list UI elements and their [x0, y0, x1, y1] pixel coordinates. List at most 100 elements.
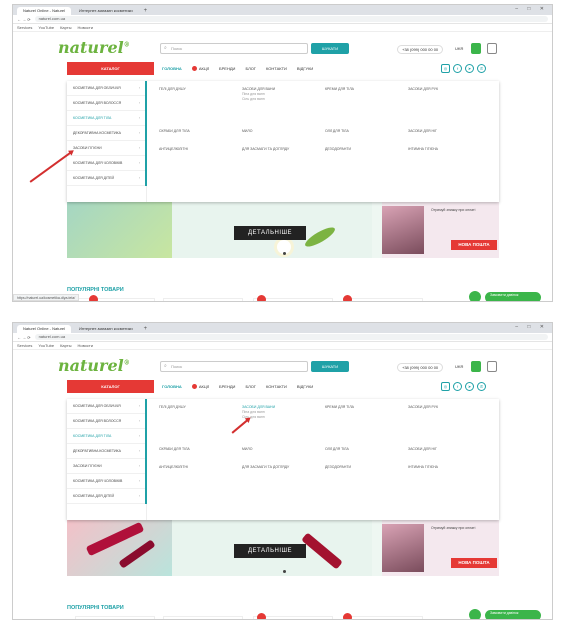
phone-number[interactable]: +38 (099) 000 00 00: [397, 45, 444, 54]
product-card[interactable]: [163, 298, 243, 301]
category-link[interactable]: ЗАСОБИ ДЛЯ ВАНИ: [242, 87, 275, 91]
sidebar-scrollbar[interactable]: [145, 399, 147, 504]
slider-dot[interactable]: [283, 252, 286, 255]
sidebar-item[interactable]: ДЕКОРАТИВНА КОСМЕТИКА ›: [67, 126, 146, 141]
sidebar-item[interactable]: КОСМЕТИКА ДЛЯ ЧОЛОВІКІВ ›: [67, 474, 146, 489]
sidebar-item[interactable]: КОСМЕТИКА ДЛЯ ОБЛИЧЧЯ ›: [67, 81, 146, 96]
sidebar-item[interactable]: КОСМЕТИКА ДЛЯ ОБЛИЧЧЯ ›: [67, 399, 146, 414]
category-link-hovered[interactable]: ЗАСОБИ ДЛЯ ВАНИ: [242, 405, 275, 409]
bookmark[interactable]: Новости: [77, 25, 92, 30]
bookmark[interactable]: Services: [17, 343, 32, 348]
bookmark[interactable]: YouTube: [38, 25, 54, 30]
bookmark[interactable]: YouTube: [38, 343, 54, 348]
account-icon[interactable]: [471, 43, 481, 54]
search-input[interactable]: ⌕ Поиск: [160, 361, 308, 372]
category-link[interactable]: СКРАБИ ДЛЯ ТІЛА: [159, 129, 242, 147]
bookmark[interactable]: Новости: [77, 343, 92, 348]
category-link[interactable]: ЗАСОБИ ДЛЯ НІГ: [408, 129, 491, 147]
site-logo[interactable]: naturel®: [58, 38, 130, 57]
sidebar-item[interactable]: ЗАСОБИ ГІГІЄНИ ›: [67, 459, 146, 474]
new-tab-button[interactable]: +: [141, 7, 151, 15]
product-card[interactable]: [343, 298, 423, 301]
window-controls[interactable]: – □ ✕: [515, 6, 548, 12]
category-link[interactable]: ДЛЯ ЗАСМАГИ ТА ДОГЛЯДУ: [242, 147, 325, 165]
search-button[interactable]: ШУКАТИ: [311, 43, 349, 54]
category-link[interactable]: ІНТИМНА ГІГІЄНА: [408, 147, 491, 165]
callback-button[interactable]: Замовити дзвінок: [485, 610, 541, 619]
sidebar-item-active[interactable]: КОСМЕТИКА ДЛЯ ТІЛА ›: [67, 111, 146, 126]
menu-promo[interactable]: АКЦІЇ: [191, 380, 209, 393]
language-switch[interactable]: UKR: [455, 46, 463, 51]
product-card[interactable]: [163, 616, 243, 619]
menu-brands[interactable]: БРЕНДИ: [219, 380, 235, 393]
menu-home[interactable]: ГОЛОВНА: [162, 380, 182, 393]
product-card[interactable]: [343, 616, 423, 619]
menu-reviews[interactable]: ВІДГУКИ: [297, 380, 313, 393]
sidebar-item[interactable]: КОСМЕТИКА ДЛЯ ВОЛОССЯ ›: [67, 414, 146, 429]
menu-blog[interactable]: БЛОГ: [245, 380, 256, 393]
browser-tab[interactable]: Интернет-магазин косметики: [73, 7, 139, 15]
browser-tab[interactable]: Интернет-магазин косметики: [73, 325, 139, 333]
language-switch[interactable]: UKR: [455, 364, 463, 369]
callback-button[interactable]: Замовити дзвінок: [485, 292, 541, 301]
bookmark[interactable]: Карты: [60, 25, 71, 30]
bookmark[interactable]: Карты: [60, 343, 71, 348]
category-link[interactable]: АНТИЦЕЛЮЛІТНІ: [159, 465, 242, 483]
viber-icon[interactable]: ✆: [477, 382, 486, 391]
category-link[interactable]: ЗАСОБИ ДЛЯ РУК: [408, 87, 491, 129]
url-field[interactable]: naturel.com.ua: [34, 16, 548, 22]
category-link[interactable]: ЗАСОБИ ДЛЯ РУК: [408, 405, 491, 447]
phone-number[interactable]: +38 (099) 000 00 00: [397, 363, 444, 372]
sidebar-item[interactable]: ДЕКОРАТИВНА КОСМЕТИКА ›: [67, 444, 146, 459]
menu-brands[interactable]: БРЕНДИ: [219, 62, 235, 75]
search-input[interactable]: ⌕ Поиск: [160, 43, 308, 54]
phone-call-icon[interactable]: [469, 291, 481, 301]
telegram-icon[interactable]: ➤: [465, 382, 474, 391]
slider-dot[interactable]: [283, 570, 286, 573]
new-tab-button[interactable]: +: [141, 325, 151, 333]
category-link[interactable]: ОЛІЇ ДЛЯ ТІЛА: [325, 129, 408, 147]
hero-banner[interactable]: Отримуй знижку при оплаті НОВА ПОШТА ДЕТ…: [67, 520, 499, 576]
viber-icon[interactable]: ✆: [477, 64, 486, 73]
category-link[interactable]: ОЛІЇ ДЛЯ ТІЛА: [325, 447, 408, 465]
nav-buttons[interactable]: ← → ⟳: [17, 17, 31, 22]
hero-banner[interactable]: Отримуй знижку при оплаті НОВА ПОШТА ДЕТ…: [67, 202, 499, 258]
sidebar-item[interactable]: КОСМЕТИКА ДЛЯ ДІТЕЙ ›: [67, 171, 146, 186]
menu-home[interactable]: ГОЛОВНА: [162, 62, 182, 75]
cart-icon[interactable]: [487, 43, 497, 54]
menu-contacts[interactable]: КОНТАКТИ: [266, 62, 287, 75]
window-controls[interactable]: – □ ✕: [515, 324, 548, 330]
menu-blog[interactable]: БЛОГ: [245, 62, 256, 75]
sidebar-item[interactable]: КОСМЕТИКА ДЛЯ ЧОЛОВІКІВ ›: [67, 156, 146, 171]
category-link[interactable]: ДЕЗОДОРАНТИ: [325, 147, 408, 165]
category-link[interactable]: КРЕМИ ДЛЯ ТІЛА: [325, 405, 408, 447]
details-button[interactable]: ДЕТАЛЬНІШЕ: [234, 226, 306, 240]
catalog-button[interactable]: КАТАЛОГ: [67, 380, 154, 393]
phone-call-icon[interactable]: [469, 609, 481, 619]
category-link[interactable]: ГЕЛІ ДЛЯ ДУШУ: [159, 405, 242, 447]
nav-buttons[interactable]: ← → ⟳: [17, 335, 31, 340]
account-icon[interactable]: [471, 361, 481, 372]
menu-promo[interactable]: АКЦІЇ: [191, 62, 209, 75]
telegram-icon[interactable]: ➤: [465, 64, 474, 73]
facebook-icon[interactable]: f: [453, 382, 462, 391]
menu-contacts[interactable]: КОНТАКТИ: [266, 380, 287, 393]
url-field[interactable]: naturel.com.ua: [34, 334, 548, 340]
category-link[interactable]: ДЛЯ ЗАСМАГИ ТА ДОГЛЯДУ: [242, 465, 325, 483]
category-link[interactable]: ІНТИМНА ГІГІЄНА: [408, 465, 491, 483]
browser-tab[interactable]: Naturel Online - Naturel: [17, 325, 72, 333]
category-link[interactable]: КРЕМИ ДЛЯ ТІЛА: [325, 87, 408, 129]
category-link[interactable]: ГЕЛІ ДЛЯ ДУШУ: [159, 87, 242, 129]
category-link[interactable]: МИЛО: [242, 447, 325, 465]
category-link[interactable]: СКРАБИ ДЛЯ ТІЛА: [159, 447, 242, 465]
cart-icon[interactable]: [487, 361, 497, 372]
search-button[interactable]: ШУКАТИ: [311, 361, 349, 372]
product-card[interactable]: [75, 616, 155, 619]
category-link[interactable]: АНТИЦЕЛЮЛІТНІ: [159, 147, 242, 165]
facebook-icon[interactable]: f: [453, 64, 462, 73]
bookmark[interactable]: Services: [17, 25, 32, 30]
site-logo[interactable]: naturel®: [58, 356, 130, 375]
sidebar-item[interactable]: КОСМЕТИКА ДЛЯ ДІТЕЙ ›: [67, 489, 146, 504]
catalog-button[interactable]: КАТАЛОГ: [67, 62, 154, 75]
sidebar-item-active[interactable]: КОСМЕТИКА ДЛЯ ТІЛА ›: [67, 429, 146, 444]
